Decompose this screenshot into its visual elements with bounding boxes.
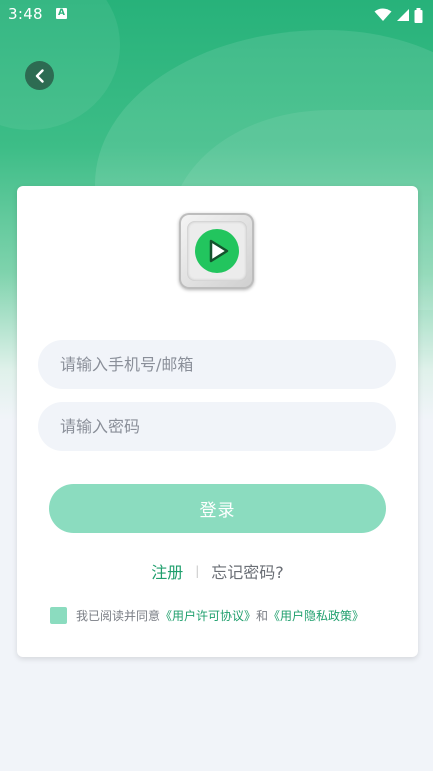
- agreement-row: 我已阅读并同意 《用户许可协议》 和 《用户隐私政策》: [50, 607, 364, 624]
- user-agreement-link[interactable]: 《用户许可协议》: [160, 607, 256, 624]
- auth-links: 注册 | 忘记密码?: [17, 559, 418, 583]
- password-input[interactable]: [38, 402, 396, 451]
- privacy-policy-link[interactable]: 《用户隐私政策》: [268, 607, 364, 624]
- wifi-icon: [374, 8, 392, 21]
- app-logo: [179, 213, 254, 289]
- play-icon: [194, 229, 239, 273]
- forgot-password-link[interactable]: 忘记密码?: [211, 559, 284, 583]
- status-time: 3:48: [8, 5, 43, 23]
- link-separator: |: [195, 564, 200, 578]
- back-button[interactable]: [25, 61, 54, 90]
- back-arrow-icon: [35, 68, 44, 83]
- app-logo-inner: [186, 221, 247, 281]
- agreement-checkbox[interactable]: [50, 607, 67, 624]
- battery-icon: [414, 7, 423, 23]
- login-card: 登录 注册 | 忘记密码? 我已阅读并同意 《用户许可协议》 和 《用户隐私政策…: [17, 186, 418, 657]
- phone-email-input[interactable]: [38, 340, 396, 389]
- system-icons: [374, 7, 423, 23]
- agreement-prefix: 我已阅读并同意: [76, 609, 161, 623]
- agreement-and: 和: [256, 609, 269, 623]
- register-link[interactable]: 注册: [151, 559, 183, 583]
- login-button[interactable]: 登录: [49, 484, 386, 533]
- notification-app-icon: A: [56, 8, 67, 19]
- status-bar: 3:48 A: [0, 0, 433, 30]
- signal-icon: [397, 9, 409, 21]
